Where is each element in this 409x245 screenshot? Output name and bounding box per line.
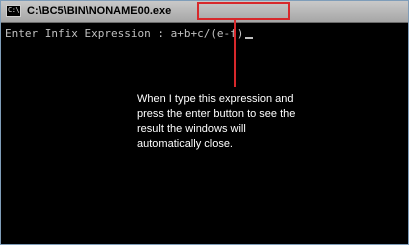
console-icon-glyph: C:\ [8, 6, 20, 14]
window-title: C:\BC5\BIN\NONAME00.exe [27, 5, 172, 17]
prompt-label: Enter Infix Expression : [5, 27, 171, 40]
callout-line: automatically close. [137, 138, 233, 150]
annotation-highlight-box [197, 2, 290, 20]
text-cursor [245, 37, 254, 39]
console-icon[interactable]: C:\ [6, 5, 21, 17]
callout-line: When I type this expression and [137, 93, 294, 105]
callout-line: result the windows will [137, 123, 246, 135]
expression-input[interactable]: a+b+c/(e-f) [171, 27, 244, 40]
callout-line: press the enter button to see the [137, 108, 296, 120]
annotation-callout: When I type this expression and press th… [130, 87, 340, 185]
prompt-line: Enter Infix Expression : a+b+c/(e-f) [5, 26, 254, 42]
console-window: C:\ C:\BC5\BIN\NONAME00.exe Enter Infix … [0, 0, 409, 245]
